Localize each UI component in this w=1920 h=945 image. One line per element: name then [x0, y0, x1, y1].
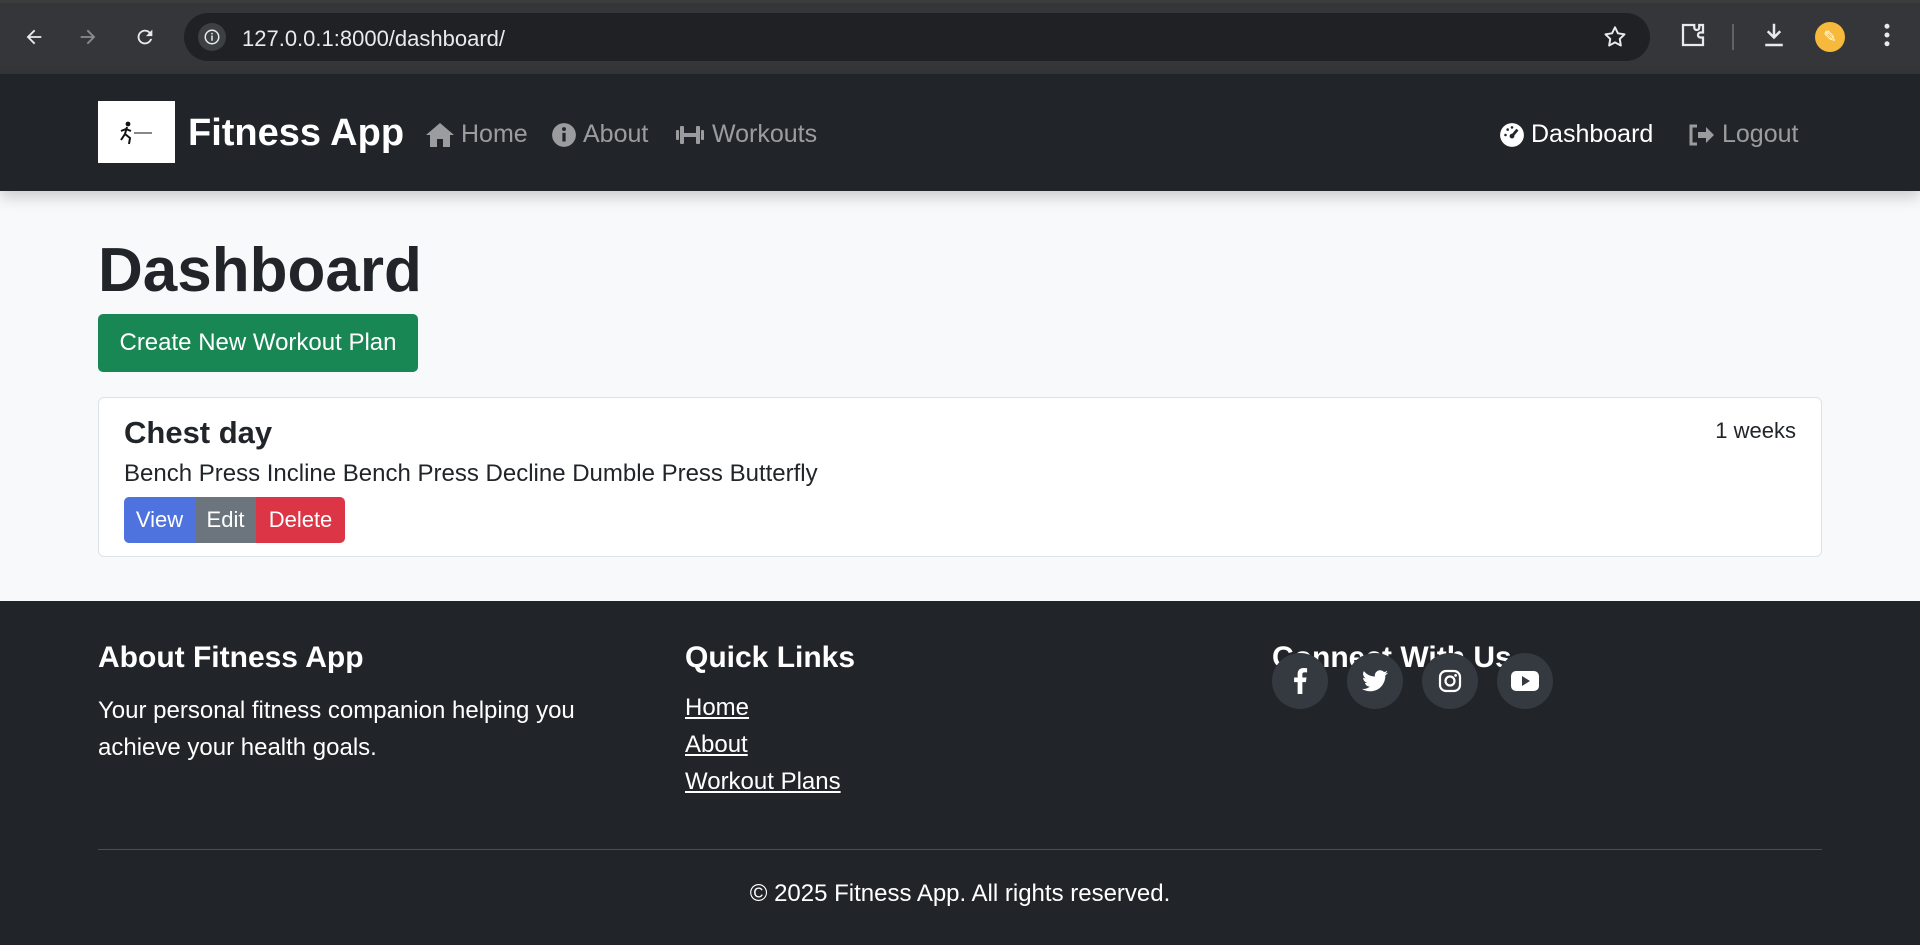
footer-divider	[98, 849, 1822, 850]
nav-logout[interactable]: Logout	[1688, 120, 1798, 149]
footer-link-workout-plans[interactable]: Workout Plans	[685, 768, 841, 796]
url-text[interactable]: 127.0.0.1:8000/dashboard/	[242, 26, 505, 52]
youtube-icon	[1511, 671, 1539, 691]
copyright-text: © 2025 Fitness App. All rights reserved.	[749, 880, 1171, 907]
nav-dashboard[interactable]: Dashboard	[1499, 120, 1653, 149]
bookmark-star-icon[interactable]	[1602, 24, 1628, 55]
facebook-link[interactable]	[1272, 653, 1328, 709]
nav-dashboard-label: Dashboard	[1531, 120, 1654, 148]
site-footer: About Fitness App Your personal fitness …	[0, 601, 1920, 945]
info-circle-icon	[552, 122, 576, 147]
twitter-icon	[1362, 670, 1388, 692]
nav-workouts[interactable]: Workouts	[674, 120, 817, 149]
forward-button[interactable]	[71, 20, 105, 54]
profile-avatar[interactable]: ✎	[1815, 22, 1845, 52]
nav-about[interactable]: About	[551, 120, 648, 149]
youtube-link[interactable]	[1497, 653, 1553, 709]
home-icon	[426, 122, 454, 147]
sign-out-icon	[1689, 124, 1714, 145]
back-button[interactable]	[17, 20, 51, 54]
footer-link-about[interactable]: About	[685, 731, 748, 759]
reload-button[interactable]	[128, 20, 162, 54]
twitter-link[interactable]	[1347, 653, 1403, 709]
dumbbell-icon	[676, 125, 704, 144]
workout-plan-card: Chest day 1 weeks Bench Press Incline Be…	[98, 397, 1822, 557]
delete-button[interactable]: Delete	[256, 497, 345, 543]
facebook-icon	[1294, 668, 1308, 694]
reload-icon	[137, 29, 153, 45]
brand-logo[interactable]	[98, 101, 175, 163]
site-info-icon[interactable]	[198, 23, 226, 51]
browser-toolbar: 127.0.0.1:8000/dashboard/ ✎	[0, 0, 1920, 74]
address-bar[interactable]: 127.0.0.1:8000/dashboard/	[184, 13, 1650, 61]
create-workout-plan-button[interactable]: Create New Workout Plan	[98, 314, 418, 372]
tab-strip-edge	[0, 0, 1920, 3]
edit-button[interactable]: Edit	[195, 497, 256, 543]
extensions-icon[interactable]	[1678, 20, 1708, 55]
footer-links-heading: Quick Links	[685, 641, 856, 674]
nav-logout-label: Logout	[1722, 120, 1799, 148]
runner-logo-icon	[119, 121, 152, 145]
instagram-link[interactable]	[1422, 653, 1478, 709]
view-button[interactable]: View	[124, 497, 195, 543]
app-navbar: Fitness App Home About Workouts Dashboar…	[0, 74, 1920, 191]
arrow-left-icon	[26, 29, 42, 45]
footer-about-heading: About Fitness App	[98, 641, 364, 674]
plan-exercises: Bench Press Incline Bench Press Decline …	[124, 460, 818, 487]
footer-link-home[interactable]: Home	[685, 694, 749, 722]
download-icon[interactable]	[1759, 20, 1789, 55]
gauge-icon	[1500, 122, 1524, 147]
plan-actions: View Edit Delete	[124, 497, 345, 543]
nav-about-label: About	[583, 120, 649, 148]
nav-home-label: Home	[461, 120, 528, 148]
brand-name[interactable]: Fitness App	[188, 112, 404, 155]
nav-home[interactable]: Home	[425, 120, 528, 149]
plan-title: Chest day	[124, 415, 273, 450]
toolbar-divider	[1732, 24, 1734, 50]
arrow-right-icon	[80, 29, 96, 45]
page-title: Dashboard	[98, 236, 422, 305]
nav-workouts-label: Workouts	[712, 120, 818, 148]
plan-duration: 1 weeks	[1715, 418, 1796, 443]
instagram-icon	[1438, 669, 1462, 693]
kebab-menu-icon[interactable]	[1872, 20, 1902, 55]
footer-about-text: Your personal fitness companion helping …	[98, 697, 575, 761]
